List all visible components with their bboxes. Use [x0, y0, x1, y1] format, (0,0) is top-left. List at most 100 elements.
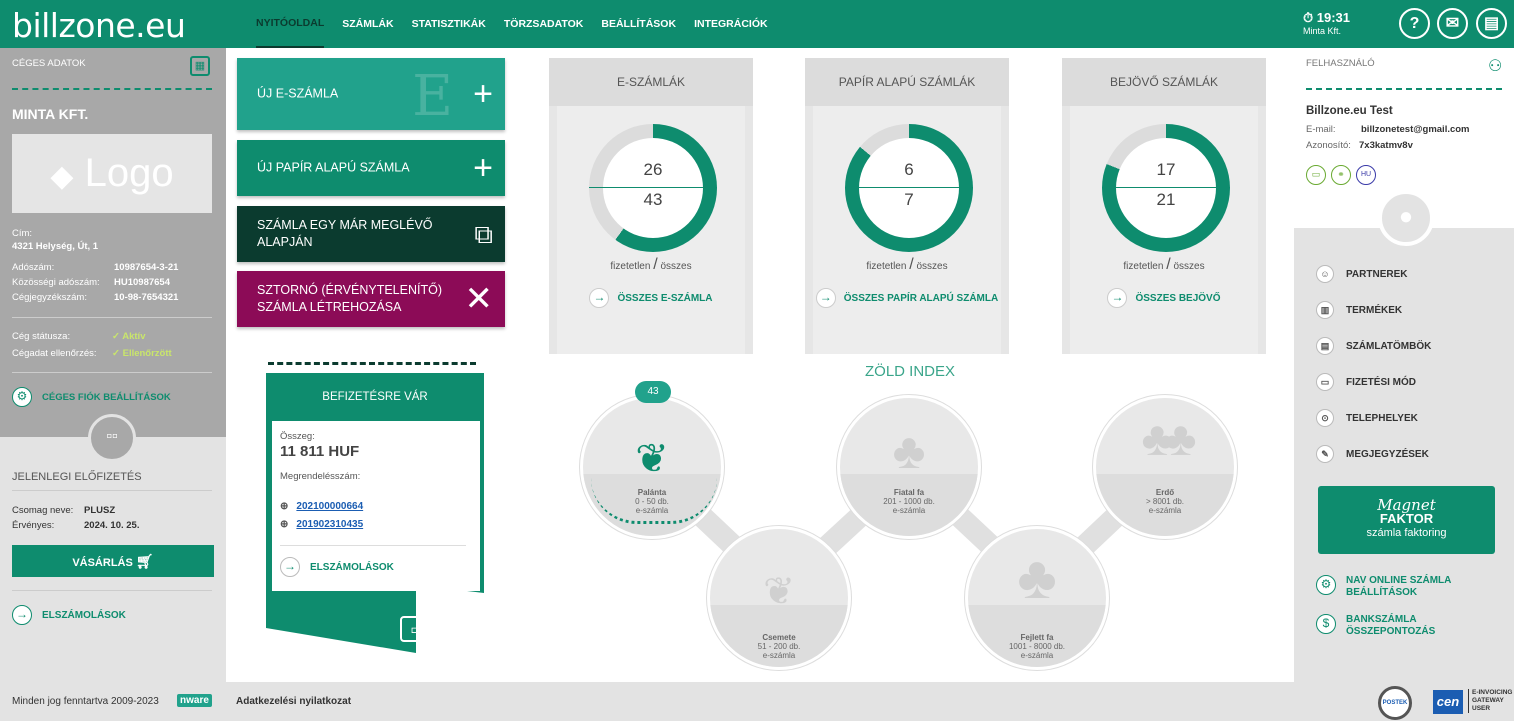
- amount-value: 11 811 HUF: [280, 443, 360, 460]
- einvoice-ring: 26 43: [589, 124, 717, 252]
- nav-integrations[interactable]: INTEGRÁCIÓK: [694, 0, 768, 48]
- ring-legend: fizetetlen / összes: [1123, 256, 1205, 273]
- link-icon[interactable]: ⚭: [1331, 165, 1351, 185]
- billing-link[interactable]: → ELSZÁMOLÁSOK: [12, 605, 126, 625]
- menu-notes[interactable]: ✎ MEGJEGYZÉSEK: [1316, 445, 1429, 463]
- company-settings-link[interactable]: ⚙ CÉGES FIÓK BEÁLLÍTÁSOK: [12, 387, 171, 407]
- nav-master-data[interactable]: TÖRZSADATOK: [504, 0, 584, 48]
- nav-home[interactable]: NYITÓOLDAL: [256, 0, 325, 48]
- email-label: E-mail:: [1306, 124, 1336, 135]
- menu-products[interactable]: ▥ TERMÉKEK: [1316, 301, 1402, 319]
- card-title: PAPÍR ALAPÚ SZÁMLÁK: [805, 58, 1009, 106]
- package-label: Csomag neve:: [12, 505, 74, 516]
- cart-icon: 🛒︎: [135, 553, 154, 569]
- nav-statistics[interactable]: STATISZTIKÁK: [412, 0, 486, 48]
- menu-sites[interactable]: ⊙ TELEPHELYEK: [1316, 409, 1418, 427]
- sapling-icon: ❦: [763, 571, 795, 613]
- buy-button[interactable]: VÁSÁRLÁS 🛒︎: [12, 545, 214, 577]
- language-badge[interactable]: HU: [1356, 165, 1376, 185]
- clock-icon: ⏱: [1303, 10, 1314, 25]
- stage-csemete[interactable]: ❦ Csemete 51 - 200 db. e-számla: [707, 526, 851, 670]
- green-index-title: ZÖLD INDEX: [864, 363, 955, 380]
- seedling-icon: ❦: [635, 437, 669, 481]
- order-link-1[interactable]: ⊕ 202100000664: [280, 501, 363, 512]
- all-einvoices-link[interactable]: → ÖSSZES E-SZÁMLA: [557, 288, 745, 308]
- stage-fejlett-fa[interactable]: ♣ Fejlett fa 1001 - 8000 db. e-számla: [965, 526, 1109, 670]
- nware-logo[interactable]: nware: [177, 694, 212, 707]
- left-sidebar: CÉGES ADATOK ▦ MINTA KFT. ◆ Logo Cím: 43…: [0, 48, 226, 682]
- e-watermark-icon: E: [412, 64, 453, 129]
- close-icon: ✕: [464, 280, 494, 318]
- total-count: 21: [1156, 190, 1176, 209]
- edit-icon: ✎: [1316, 445, 1334, 463]
- card-paper-invoices: PAPÍR ALAPÚ SZÁMLÁK 6 7 fizetetlen / öss…: [805, 58, 1009, 354]
- order-link-2[interactable]: ⊕ 201902310435: [280, 519, 363, 530]
- unpaid-count: 6: [904, 160, 914, 179]
- privacy-link[interactable]: Adatkezelési nyilatkozat: [236, 696, 351, 707]
- young-tree-icon: ♣: [892, 423, 926, 479]
- bank-reconcile-link[interactable]: $ BANKSZÁMLA ÖSSZEPONTOZÁS: [1316, 614, 1466, 638]
- valid-label: Érvényes:: [12, 520, 55, 531]
- session-clock: ⏱ 19:31 Minta Kft.: [1303, 10, 1350, 36]
- copyright-text: Minden jog fenntartva 2009-2023: [12, 696, 159, 707]
- company-logo-placeholder[interactable]: ◆ Logo: [12, 134, 212, 213]
- id-value: 7x3katmv8v: [1359, 140, 1413, 151]
- tax-label: Adószám:: [12, 262, 55, 273]
- stage-erdo[interactable]: ♣♣ Erdő > 8001 db. e-számla: [1093, 395, 1237, 539]
- card-title: E-SZÁMLÁK: [549, 58, 753, 106]
- all-paper-invoices-link[interactable]: → ÖSSZES PAPÍR ALAPÚ SZÁMLA: [813, 288, 1001, 308]
- copy-invoice-button[interactable]: SZÁMLA EGY MÁR MEGLÉVŐ ALAPJÁN ⧉: [237, 206, 505, 262]
- people-icon: ☺: [1316, 265, 1334, 283]
- nav-online-settings-link[interactable]: ⚙ NAV ONLINE SZÁMLA BEÁLLÍTÁSOK: [1316, 575, 1466, 599]
- address-value: 4321 Helység, Út, 1: [12, 241, 99, 252]
- status-badge: ✓ Aktív: [112, 331, 146, 342]
- main-nav: NYITÓOLDAL SZÁMLÁK STATISZTIKÁK TÖRZSADA…: [256, 0, 786, 48]
- cube-icon: ◆: [50, 160, 74, 193]
- grid-icon: ▫▫: [88, 414, 136, 462]
- card-einvoices: E-SZÁMLÁK 26 43 fizetetlen / összes → ÖSS…: [549, 58, 753, 354]
- card-title: BEJÖVŐ SZÁMLÁK: [1062, 58, 1266, 106]
- menu-payment-methods[interactable]: ▭ FIZETÉSI MÓD: [1316, 373, 1416, 391]
- clock-time: 19:31: [1316, 10, 1351, 25]
- device-icon[interactable]: ▭: [1306, 165, 1326, 185]
- app-logo[interactable]: billzone.eu: [12, 6, 186, 45]
- id-label: Azonosító:: [1306, 140, 1351, 151]
- email-value: billzonetest@gmail.com: [1361, 124, 1470, 135]
- new-paper-invoice-button[interactable]: ÚJ PAPÍR ALAPÚ SZÁMLA +: [237, 140, 505, 196]
- ring-legend: fizetetlen / összes: [866, 256, 948, 273]
- tax-value: 10987654-3-21: [114, 262, 179, 273]
- stage-fiatal-fa[interactable]: ♣ Fiatal fa 201 - 1000 db. e-számla: [837, 395, 981, 539]
- magnet-factoring-banner[interactable]: Magnet FAKTOR számla faktoring: [1318, 486, 1495, 554]
- stage-palanta[interactable]: ❦ Palánta 0 - 50 db. e-számla: [580, 395, 724, 539]
- forest-icon: ♣♣: [1141, 413, 1197, 466]
- menu-partners[interactable]: ☺ PARTNEREK: [1316, 265, 1407, 283]
- payment-card: Összeg: 11 811 HUF Megrendelésszám: ⊕ 20…: [272, 421, 480, 591]
- storno-invoice-button[interactable]: SZTORNÓ (ÉRVÉNYTELENÍTŐ) SZÁMLA LÉTREHOZ…: [237, 271, 505, 327]
- magnet-sub: FAKTOR: [1379, 511, 1434, 526]
- payment-billing-link[interactable]: → ELSZÁMOLÁSOK: [280, 557, 394, 577]
- company-name: MINTA KFT.: [12, 106, 89, 122]
- help-icon[interactable]: ?: [1399, 8, 1430, 39]
- status-label: Cég státusza:: [12, 331, 71, 342]
- registry-label: Cégjegyzékszám:: [12, 292, 87, 303]
- subscription-title: JELENLEGI ELŐFIZETÉS: [12, 471, 142, 483]
- document-search-icon[interactable]: ▤: [1476, 8, 1507, 39]
- gear-icon: ⚙: [1316, 575, 1336, 595]
- nav-invoices[interactable]: SZÁMLÁK: [342, 0, 393, 48]
- user-icon: ⚇: [1488, 58, 1503, 75]
- all-incoming-link[interactable]: → ÖSSZES BEJÖVŐ: [1070, 288, 1258, 308]
- postek-seal-icon: POSTEK: [1378, 686, 1412, 720]
- clipboard-icon: ▤: [1316, 337, 1334, 355]
- amount-label: Összeg:: [280, 431, 315, 442]
- card-incoming-invoices: BEJÖVŐ SZÁMLÁK 17 21 fizetetlen / összes…: [1062, 58, 1266, 354]
- user-section-title: FELHASZNÁLÓ: [1306, 58, 1375, 69]
- new-einvoice-button[interactable]: ÚJ E-SZÁMLA E +: [237, 58, 505, 130]
- menu-invoice-blocks[interactable]: ▤ SZÁMLATÖMBÖK: [1316, 337, 1431, 355]
- avatar[interactable]: ●: [1378, 190, 1434, 246]
- incoming-ring: 17 21: [1102, 124, 1230, 252]
- mature-tree-icon: ♣: [1017, 544, 1057, 611]
- nav-settings[interactable]: BEÁLLÍTÁSOK: [601, 0, 676, 48]
- arrow-right-icon: ⊕: [280, 519, 289, 530]
- check-badge: ✓ Ellenőrzött: [112, 348, 172, 359]
- mail-icon[interactable]: ✉: [1437, 8, 1468, 39]
